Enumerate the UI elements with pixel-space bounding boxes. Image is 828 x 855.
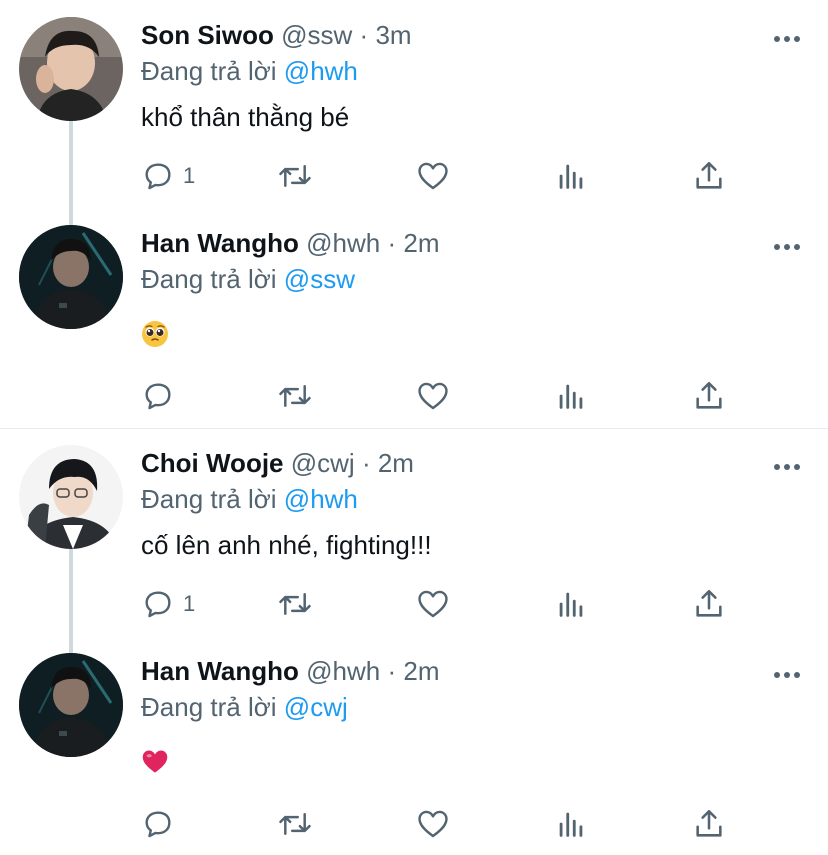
like-icon <box>416 587 450 621</box>
username[interactable]: @cwj <box>291 448 355 478</box>
retweet-icon <box>277 379 313 413</box>
timestamp[interactable]: 2m <box>403 228 439 258</box>
separator-dot: · <box>361 448 371 478</box>
replying-to-label: Đang trả lời <box>141 264 277 294</box>
avatar[interactable] <box>19 653 123 757</box>
like-icon <box>416 379 450 413</box>
like-button[interactable] <box>416 586 450 622</box>
like-icon <box>416 807 450 841</box>
timestamp[interactable]: 2m <box>403 656 439 686</box>
action-bar: 1 <box>141 158 741 194</box>
share-icon <box>692 379 726 413</box>
more-icon[interactable] <box>773 239 801 250</box>
separator-dot: · <box>359 20 369 50</box>
avatar[interactable] <box>19 225 123 329</box>
analytics-icon <box>554 807 588 841</box>
reply-button[interactable]: 1 <box>141 586 195 622</box>
replying-to-label: Đang trả lời <box>141 484 277 514</box>
share-icon <box>692 159 726 193</box>
tweet-text: cố lên anh nhé, fighting!!! <box>141 530 432 560</box>
reply-button[interactable]: 1 <box>141 158 195 194</box>
replying-to: Đang trả lời @ssw <box>141 261 355 297</box>
share-icon <box>692 587 726 621</box>
red-heart-emoji <box>141 748 169 779</box>
avatar[interactable] <box>19 445 123 549</box>
separator-dot: · <box>387 228 397 258</box>
analytics-icon <box>554 587 588 621</box>
retweet-icon <box>277 807 313 841</box>
reply-button[interactable] <box>141 378 175 414</box>
reply-button[interactable] <box>141 806 175 842</box>
display-name[interactable]: Han Wangho <box>141 656 299 686</box>
share-button[interactable] <box>692 158 726 194</box>
like-button[interactable] <box>416 378 450 414</box>
display-name[interactable]: Han Wangho <box>141 228 299 258</box>
share-button[interactable] <box>692 586 726 622</box>
reply-count: 1 <box>183 591 196 616</box>
analytics-button[interactable] <box>554 158 588 194</box>
mention-link[interactable]: @hwh <box>284 56 358 86</box>
action-bar: 1 <box>141 586 741 622</box>
analytics-button[interactable] <box>554 378 588 414</box>
share-icon <box>692 807 726 841</box>
replying-to: Đang trả lời @hwh <box>141 53 358 89</box>
share-button[interactable] <box>692 378 726 414</box>
retweet-button[interactable] <box>277 158 313 194</box>
username[interactable]: @hwh <box>306 228 380 258</box>
separator-dot: · <box>387 656 397 686</box>
reply-icon <box>141 807 175 841</box>
mention-link[interactable]: @cwj <box>284 692 348 722</box>
share-button[interactable] <box>692 806 726 842</box>
retweet-button[interactable] <box>277 586 313 622</box>
timestamp[interactable]: 3m <box>375 20 411 50</box>
replying-to-label: Đang trả lời <box>141 56 277 86</box>
pleading-face-emoji <box>141 320 169 353</box>
reply-icon <box>141 379 175 413</box>
like-icon <box>416 159 450 193</box>
display-name[interactable]: Son Siwoo <box>141 20 274 50</box>
more-icon[interactable] <box>773 459 801 470</box>
avatar[interactable] <box>19 17 123 121</box>
tweet[interactable]: Son Siwoo @ssw · 3m Đang trả lời @hwh kh… <box>0 17 828 217</box>
tweet[interactable]: Han Wangho @hwh · 2m Đang trả lời @cwj <box>0 653 828 855</box>
reply-icon <box>141 159 175 193</box>
replying-to: Đang trả lời @cwj <box>141 689 348 725</box>
analytics-icon <box>554 159 588 193</box>
username[interactable]: @hwh <box>306 656 380 686</box>
mention-link[interactable]: @ssw <box>284 264 355 294</box>
analytics-button[interactable] <box>554 806 588 842</box>
timestamp[interactable]: 2m <box>378 448 414 478</box>
tweet[interactable]: Han Wangho @hwh · 2m Đang trả lời @ssw <box>0 225 828 425</box>
thread-divider <box>0 428 828 429</box>
reply-count: 1 <box>183 163 196 188</box>
mention-link[interactable]: @hwh <box>284 484 358 514</box>
action-bar <box>141 806 741 842</box>
retweet-icon <box>277 587 313 621</box>
tweet[interactable]: Choi Wooje @cwj · 2m Đang trả lời @hwh c… <box>0 445 828 645</box>
display-name[interactable]: Choi Wooje <box>141 448 284 478</box>
username[interactable]: @ssw <box>281 20 352 50</box>
replying-to: Đang trả lời @hwh <box>141 481 358 517</box>
like-button[interactable] <box>416 806 450 842</box>
reply-icon <box>141 587 175 621</box>
replying-to-label: Đang trả lời <box>141 692 277 722</box>
more-icon[interactable] <box>773 31 801 42</box>
retweet-button[interactable] <box>277 806 313 842</box>
tweet-text: khổ thân thằng bé <box>141 102 350 132</box>
analytics-icon <box>554 379 588 413</box>
retweet-button[interactable] <box>277 378 313 414</box>
analytics-button[interactable] <box>554 586 588 622</box>
like-button[interactable] <box>416 158 450 194</box>
more-icon[interactable] <box>773 667 801 678</box>
action-bar <box>141 378 741 414</box>
retweet-icon <box>277 159 313 193</box>
